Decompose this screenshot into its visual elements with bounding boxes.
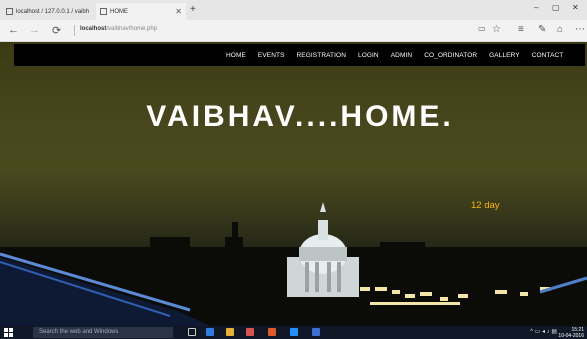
site-navigation: HOME EVENTS REGISTRATION LOGIN ADMIN CO_… (14, 44, 585, 66)
store-icon[interactable] (246, 328, 254, 336)
hero-title: VAIBHAV....HOME. (146, 100, 454, 133)
back-arrow-icon[interactable]: ← (8, 24, 19, 36)
reading-view-icon[interactable]: ▭ (478, 24, 486, 33)
page-icon (6, 8, 13, 15)
close-window-button[interactable]: ✕ (572, 3, 579, 12)
task-view-icon[interactable] (188, 328, 196, 336)
web-page: HOME EVENTS REGISTRATION LOGIN ADMIN CO_… (0, 42, 587, 326)
url-path: /vaibhav/home.php (106, 26, 158, 32)
nav-contact[interactable]: CONTACT (532, 52, 564, 59)
close-tab-icon[interactable]: ✕ (175, 7, 182, 16)
maximize-button[interactable]: ▢ (552, 3, 560, 12)
nav-admin[interactable]: ADMIN (391, 52, 412, 59)
address-separator (74, 25, 75, 36)
app-icon[interactable] (268, 328, 276, 336)
countdown-text: 12 day (471, 200, 500, 211)
clock-date: 10-04-2016 (558, 333, 584, 339)
favorite-star-icon[interactable]: ☆ (492, 24, 501, 35)
new-tab-button[interactable]: + (190, 4, 196, 15)
tab-phpmyadmin[interactable]: localhost / 127.0.0.1 / vaibh (2, 3, 95, 20)
windows-taskbar: Search the web and Windows ^ ▭ ◂ ♪ ▤ 15:… (0, 326, 587, 339)
system-tray[interactable]: ^ ▭ ◂ ♪ ▤ (530, 328, 557, 335)
file-explorer-icon[interactable] (226, 328, 234, 336)
url-host: localhost (80, 26, 107, 32)
refresh-icon[interactable]: ⟳ (52, 24, 61, 37)
nav-coordinator[interactable]: CO_ORDINATOR (424, 52, 477, 59)
taskbar-search-input[interactable]: Search the web and Windows (33, 327, 173, 338)
tab-label: HOME (110, 8, 128, 15)
nav-registration[interactable]: REGISTRATION (297, 52, 346, 59)
app-icon[interactable] (312, 328, 320, 336)
tab-label: localhost / 127.0.0.1 / vaibh (16, 8, 90, 15)
edge-icon[interactable] (206, 328, 214, 336)
nav-home[interactable]: HOME (226, 52, 246, 59)
browser-tab-bar: localhost / 127.0.0.1 / vaibh HOME ✕ + –… (0, 0, 587, 20)
start-icon[interactable] (4, 328, 13, 337)
web-note-icon[interactable]: ✎ (538, 24, 546, 35)
nav-gallery[interactable]: GALLERY (489, 52, 520, 59)
clock[interactable]: 15:21 10-04-2016 (558, 327, 584, 339)
hub-icon[interactable]: ≡ (518, 24, 524, 35)
tab-home[interactable]: HOME ✕ (96, 3, 186, 20)
minimize-button[interactable]: – (534, 3, 538, 12)
nav-login[interactable]: LOGIN (358, 52, 379, 59)
browser-icon[interactable] (290, 328, 298, 336)
page-icon (100, 8, 107, 15)
city-skyline-image (0, 202, 587, 326)
more-icon[interactable]: ⋯ (575, 24, 585, 35)
share-icon[interactable]: ⌂ (557, 24, 563, 35)
url-field[interactable]: localhost/vaibhav/home.php (80, 26, 157, 32)
address-bar: ← → ⟳ localhost/vaibhav/home.php ▭ ☆ ≡ ✎… (0, 20, 587, 42)
forward-arrow-icon[interactable]: → (29, 24, 40, 36)
nav-events[interactable]: EVENTS (258, 52, 285, 59)
